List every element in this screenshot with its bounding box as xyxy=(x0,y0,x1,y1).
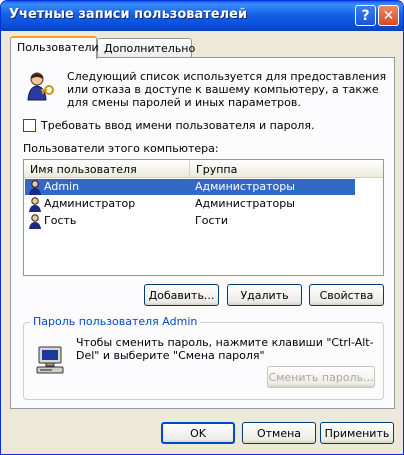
column-header-group[interactable]: Группа xyxy=(190,160,383,178)
row-group: Администраторы xyxy=(195,180,295,193)
table-row[interactable]: Admin Администраторы xyxy=(25,179,355,195)
require-login-label: Требовать ввод имени пользователя и паро… xyxy=(41,119,315,132)
row-group: Администраторы xyxy=(195,197,295,210)
column-header-username[interactable]: Имя пользователя xyxy=(24,160,190,178)
tab-advanced[interactable]: Дополнительно xyxy=(97,38,195,58)
row-group: Гости xyxy=(195,214,229,227)
password-groupbox: Пароль пользователя Admin Чтобы сменить … xyxy=(23,315,384,400)
require-login-row[interactable]: Требовать ввод имени пользователя и паро… xyxy=(23,119,314,132)
computer-icon xyxy=(36,346,64,374)
users-tab-panel: Следующий список используется для предос… xyxy=(10,57,395,409)
table-row[interactable]: Гость Гости xyxy=(25,213,355,229)
password-groupbox-title: Пароль пользователя Admin xyxy=(30,315,201,328)
user-accounts-dialog: Учетные записи пользователей ? ✕ Пользов… xyxy=(0,0,404,455)
users-listview[interactable]: Имя пользователя Группа Admin Администра… xyxy=(23,159,384,276)
listview-header: Имя пользователя Группа xyxy=(24,160,383,178)
properties-button[interactable]: Свойства xyxy=(309,284,384,306)
row-username: Admin xyxy=(44,180,80,193)
user-icon xyxy=(29,180,41,195)
close-button[interactable]: ✕ xyxy=(378,5,399,26)
title-bar[interactable]: Учетные записи пользователей ? ✕ xyxy=(1,1,403,31)
require-login-checkbox[interactable] xyxy=(23,119,36,132)
add-user-button[interactable]: Добавить... xyxy=(144,284,219,306)
row-username: Администратор xyxy=(44,197,136,210)
tab-users[interactable]: Пользователи xyxy=(10,36,99,59)
row-username: Гость xyxy=(44,214,77,227)
user-icon xyxy=(29,214,41,229)
window-title: Учетные записи пользователей xyxy=(9,7,248,22)
user-icon xyxy=(29,197,41,212)
ok-button[interactable]: OK xyxy=(161,422,235,444)
remove-user-button[interactable]: Удалить xyxy=(227,284,302,306)
table-row[interactable]: Администратор Администраторы xyxy=(25,196,355,212)
cancel-button[interactable]: Отмена xyxy=(242,422,316,444)
change-password-button[interactable]: Сменить пароль... xyxy=(267,366,375,388)
intro-text: Следующий список используется для предос… xyxy=(67,70,387,109)
apply-button[interactable]: Применить xyxy=(320,422,394,444)
help-button[interactable]: ? xyxy=(355,5,376,26)
users-icon xyxy=(27,72,54,101)
users-list-label: Пользователи этого компьютера: xyxy=(23,142,219,155)
password-instructions: Чтобы сменить пароль, нажмите клавиши "C… xyxy=(76,336,374,362)
